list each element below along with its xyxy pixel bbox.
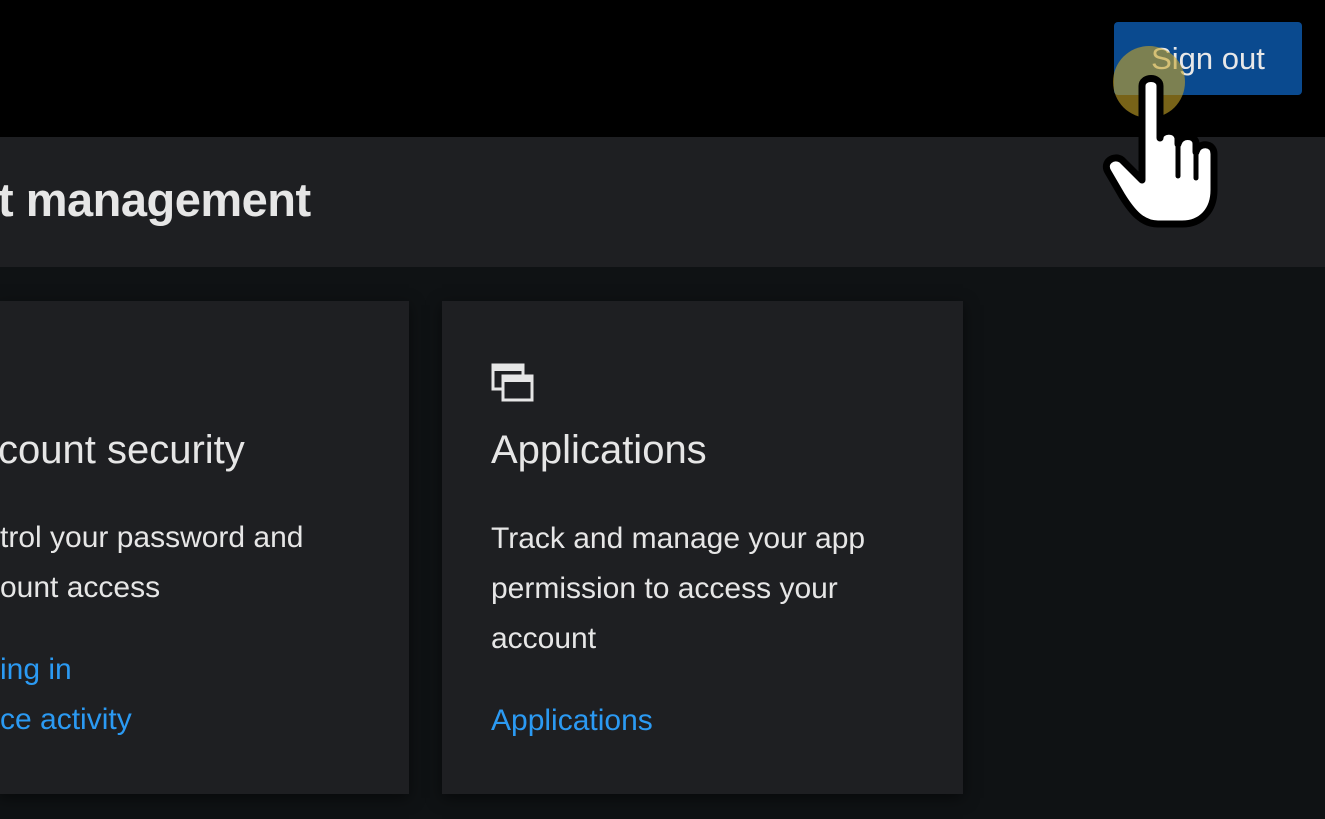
page-title: t management <box>0 173 311 226</box>
card-title: count security <box>0 428 245 472</box>
card-description-line: trol your password and <box>0 521 304 554</box>
card-description-line: ount access <box>0 571 161 604</box>
applications-icon <box>491 363 534 402</box>
applications-card: Applications Track and manage your app p… <box>442 301 963 794</box>
sign-out-button[interactable]: Sign out <box>1114 22 1302 95</box>
card-description-line: permission to access your <box>491 572 838 605</box>
device-activity-link[interactable]: ce activity <box>0 695 132 745</box>
signing-in-link[interactable]: ing in <box>0 645 72 695</box>
card-description-line: Track and manage your app <box>491 522 866 555</box>
card-description-line: account <box>491 622 597 655</box>
applications-link[interactable]: Applications <box>491 696 653 746</box>
masthead: Sign out <box>0 0 1325 137</box>
account-security-card: count security trol your password and ou… <box>0 301 409 794</box>
card-title: Applications <box>491 428 707 472</box>
